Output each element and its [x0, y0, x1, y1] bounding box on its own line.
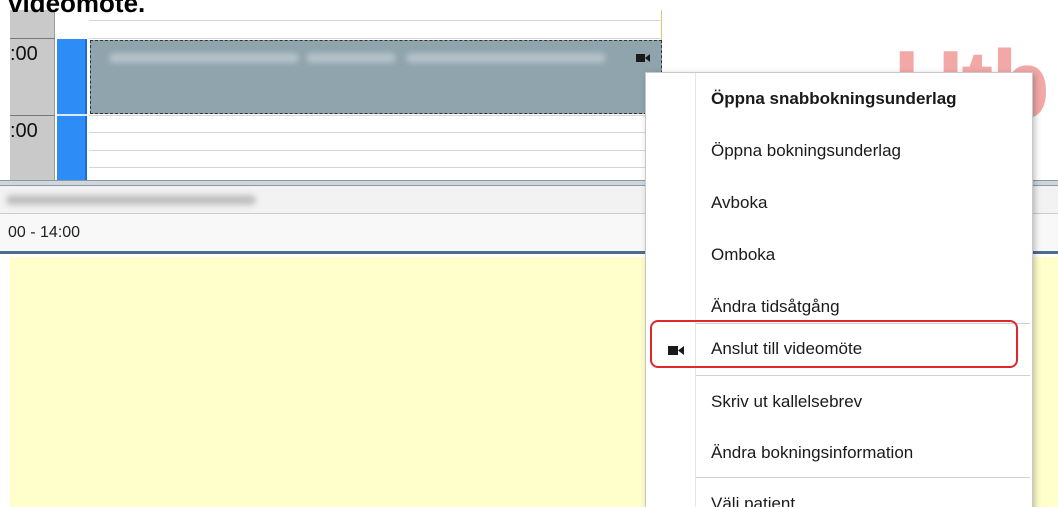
menu-item-cancel-booking[interactable]: Avboka	[646, 177, 1032, 229]
redacted-text	[109, 53, 299, 63]
menu-item-print-letter[interactable]: Skriv ut kallelsebrev	[646, 376, 1032, 428]
time-gutter: :00 :00	[10, 10, 55, 182]
redacted-text	[406, 53, 606, 63]
video-camera-icon	[636, 54, 650, 62]
context-menu: Öppna snabbokningsunderlag Öppna bokning…	[645, 72, 1033, 507]
page-heading: videomöte.	[8, 0, 146, 18]
menu-item-open-quick-booking[interactable]: Öppna snabbokningsunderlag	[646, 73, 1032, 125]
time-range-label: 00 - 14:00	[8, 224, 81, 241]
highlight-annotation	[650, 320, 1018, 368]
hour-tick	[10, 38, 55, 39]
resource-color-strip	[57, 39, 87, 182]
time-label: :00	[10, 120, 38, 142]
time-label: :00	[10, 43, 38, 65]
appointment-block[interactable]	[90, 40, 662, 114]
hour-tick	[10, 115, 55, 116]
menu-item-select-patient[interactable]: Välj patient	[646, 478, 1032, 507]
menu-item-change-booking-info[interactable]: Ändra bokningsinformation	[646, 427, 1032, 479]
menu-item-rebook[interactable]: Omboka	[646, 229, 1032, 281]
redacted-text	[306, 53, 396, 63]
menu-item-open-booking[interactable]: Öppna bokningsunderlag	[646, 125, 1032, 177]
redacted-text	[6, 195, 256, 205]
